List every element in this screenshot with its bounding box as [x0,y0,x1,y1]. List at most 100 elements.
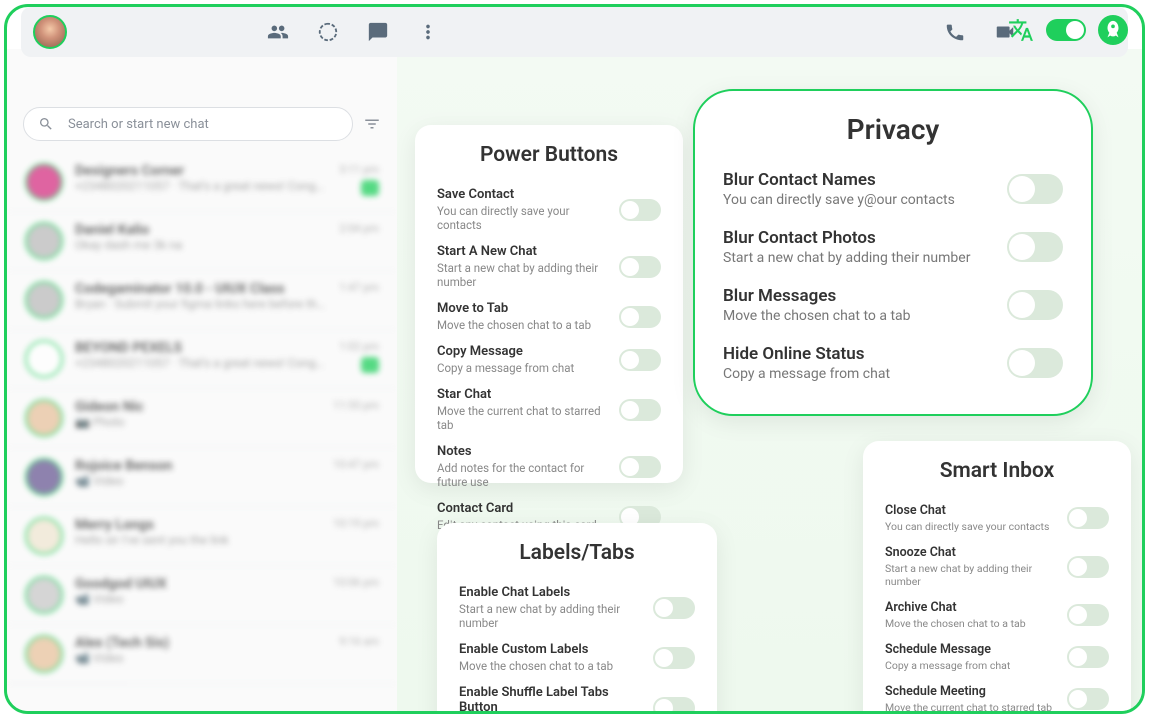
chat-item[interactable]: Merry LongsHello sir I've sent you the l… [7,507,397,566]
chat-time: 1:47 pm [339,281,379,294]
power-toggle[interactable] [619,256,661,278]
chat-title: BEYOND PEXELS [75,340,327,356]
privacy-row: Blur Contact Photos Start a new chat by a… [723,218,1063,276]
chat-subtitle: +2348020211057 · That's a great news! Co… [75,356,327,370]
power-desc: You can directly save your contacts [437,204,609,232]
power-label: Copy Message [437,344,609,359]
chat-title: Gideon Nic [75,399,321,415]
chat-time: 10:47 pm [333,458,379,471]
labels-label: Enable Chat Labels [459,585,643,600]
smart-row: Close ChatYou can directly save your con… [885,497,1109,539]
chat-subtitle: Hello sir I've sent you the link [75,533,321,547]
smart-toggle[interactable] [1067,556,1109,578]
power-desc: Start a new chat by adding their number [437,261,609,289]
chat-title: Goodgod UIUX [75,576,321,592]
labels-label: Enable Shuffle Label Tabs Button [459,685,643,711]
power-toggle[interactable] [619,399,661,421]
extension-toggle[interactable] [1046,19,1086,41]
chat-avatar [25,281,63,319]
labels-label: Enable Custom Labels [459,642,643,657]
power-row: Save ContactYou can directly save your c… [437,181,661,238]
privacy-row: Blur Contact NamesYou can directly save … [723,160,1063,218]
smart-label: Snooze Chat [885,545,1057,560]
chat-time: 10:06 pm [333,576,379,589]
smart-label: Archive Chat [885,600,1057,615]
privacy-toggle[interactable] [1007,174,1063,204]
power-toggle[interactable] [619,456,661,478]
power-row: Move to TabMove the chosen chat to a tab [437,295,661,338]
chat-title: Designers Corner [75,163,327,179]
chat-item[interactable]: Rojoice Benson📹 Video10:47 pm [7,448,397,507]
smart-inbox-card: Smart Inbox Close ChatYou can directly s… [863,441,1131,711]
chat-item[interactable]: Designers Corner+2348020211057 · That's … [7,153,397,212]
chat-item[interactable]: Alex (Tech Sis)📹 Video9:16 am [7,625,397,684]
chat-item[interactable]: BEYOND PEXELS+2348020211057 · That's a g… [7,330,397,389]
privacy-desc: You can directly save y@our contacts [723,192,997,208]
menu-icon[interactable] [417,21,439,43]
labels-toggle[interactable] [653,647,695,669]
smart-title: Smart Inbox [885,459,1109,483]
chat-time: 11:55 pm [333,399,379,412]
privacy-toggle[interactable] [1007,290,1063,320]
smart-label: Close Chat [885,503,1057,518]
labels-desc: Move the chosen chat to a tab [459,659,643,673]
privacy-title: Privacy [723,113,1063,146]
smart-toggle[interactable] [1067,604,1109,626]
chat-avatar [25,517,63,555]
labels-row: Enable Custom Labels Move the chosen chat… [459,636,695,679]
chat-avatar [25,163,63,201]
power-label: Contact Card [437,501,609,516]
privacy-row: Hide Online StatusCopy a message from ch… [723,334,1063,392]
smart-row: Schedule Message Copy a message from chat [885,636,1109,678]
smart-toggle[interactable] [1067,688,1109,710]
groups-icon[interactable] [267,21,289,43]
labels-toggle[interactable] [653,697,695,711]
power-buttons-card: Power Buttons Save ContactYou can direct… [415,125,683,483]
call-icon[interactable] [944,21,966,43]
privacy-toggle[interactable] [1007,232,1063,262]
unread-badge [361,180,379,196]
power-desc: Copy a message from chat [437,361,609,375]
chat-avatar [25,399,63,437]
privacy-card: Privacy Blur Contact NamesYou can direct… [693,89,1093,416]
filter-icon[interactable] [363,115,381,133]
smart-label: Schedule Message [885,642,1057,657]
privacy-desc: Start a new chat by adding their number [723,250,997,266]
chat-time: 9:16 am [339,635,379,648]
smart-toggle[interactable] [1067,507,1109,529]
power-toggle[interactable] [619,199,661,221]
chat-avatar [25,458,63,496]
profile-avatar[interactable] [33,15,67,49]
translate-icon[interactable] [1008,17,1034,43]
search-input[interactable] [68,117,338,132]
power-toggle[interactable] [619,349,661,371]
smart-desc: Copy a message from chat [885,659,1057,672]
privacy-desc: Copy a message from chat [723,366,997,382]
chat-list: Designers Corner +2348020211057 · That's … [7,153,397,684]
status-icon[interactable] [317,21,339,43]
privacy-desc: Move the chosen chat to a tab [723,308,997,324]
power-label: Move to Tab [437,301,609,316]
chat-item[interactable]: Goodgod UIUX📹 Video 10:06 pm [7,566,397,625]
labels-toggle[interactable] [653,597,695,619]
chat-subtitle: 📹 Video [75,592,321,606]
sidebar: Designers Corner +2348020211057 · That's … [7,49,397,711]
power-label: Notes [437,444,609,459]
chat-item[interactable]: Gideon Nic📷 Photo11:55 pm [7,389,397,448]
smart-row: Archive ChatMove the chosen chat to a ta… [885,594,1109,636]
privacy-toggle[interactable] [1007,348,1063,378]
power-desc: Move the current chat to starred tab [437,404,609,432]
chat-title: Codegaminator 10.0 - UIUX Class [75,281,327,297]
power-toggle[interactable] [619,306,661,328]
power-row: Start A New ChatStart a new chat by addi… [437,238,661,295]
smart-label: Schedule Meeting [885,684,1057,699]
new-chat-icon[interactable] [367,21,389,43]
privacy-label: Blur Contact Photos [723,228,997,248]
chat-item[interactable]: Codegaminator 10.0 - UIUX ClassBryan · S… [7,271,397,330]
search-box[interactable] [23,107,353,141]
smart-toggle[interactable] [1067,646,1109,668]
chat-time: 2:04 pm [339,222,379,235]
rocket-icon[interactable] [1098,15,1128,45]
chat-avatar [25,576,63,614]
chat-item[interactable]: Daniel KalioOkay dash me 3k na2:04 pm [7,212,397,271]
